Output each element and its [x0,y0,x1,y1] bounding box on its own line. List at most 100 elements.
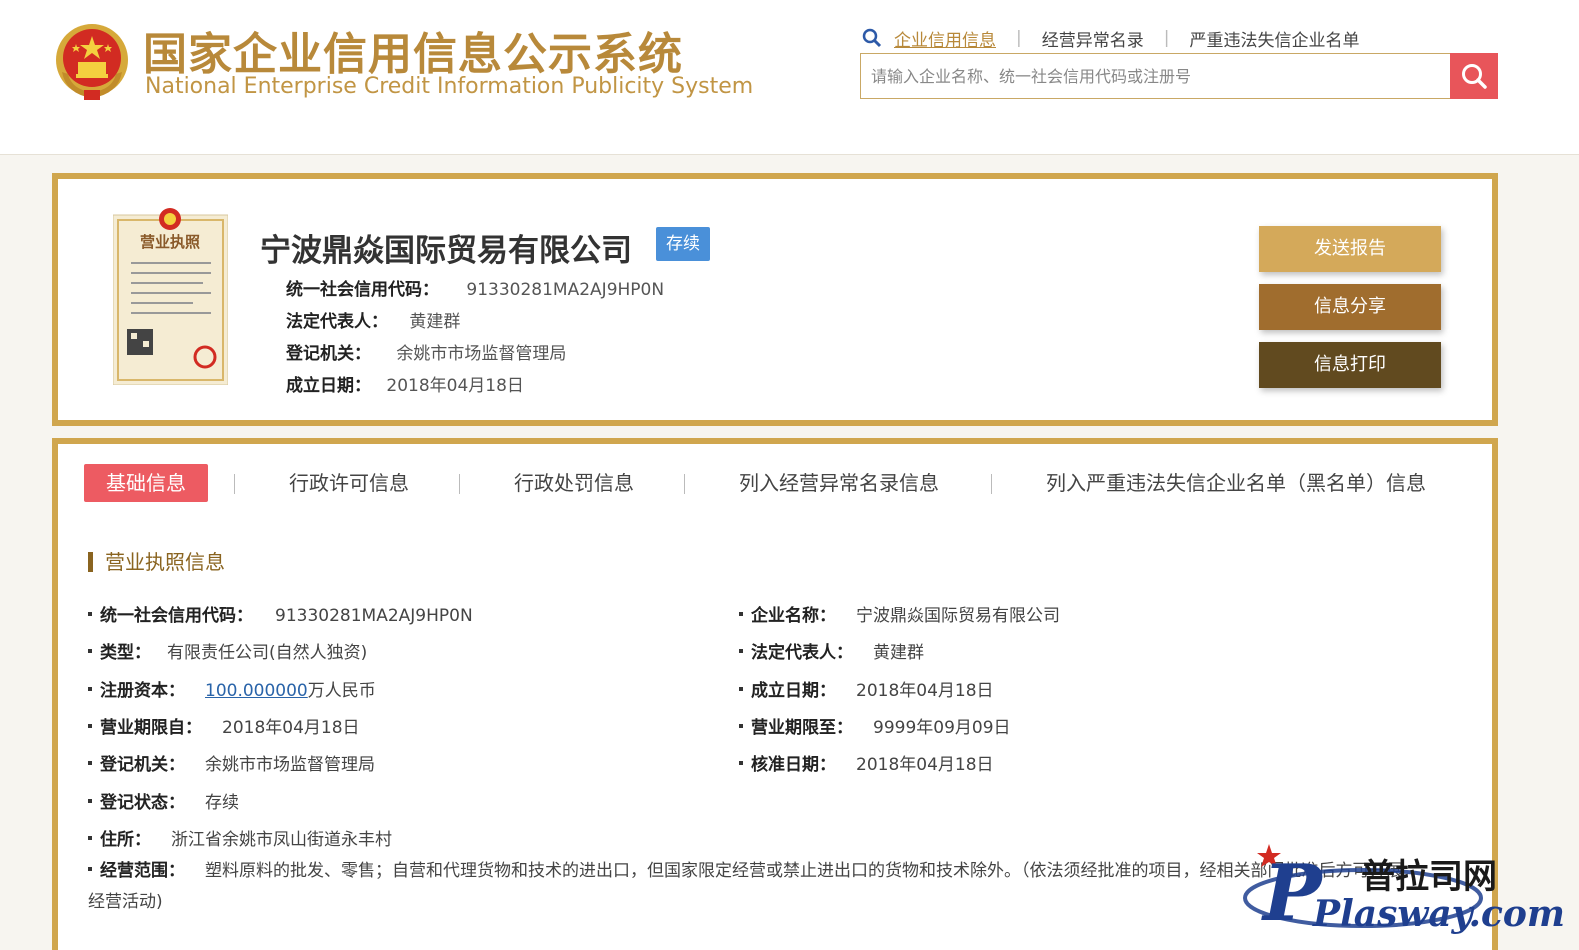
field-label: 法定代表人： [751,643,853,663]
field-value: 余姚市市场监督管理局 [205,755,375,775]
field-value: 黄建群 [873,643,924,663]
bullet [88,649,92,653]
field-value: 宁波鼎焱国际贸易有限公司 [856,606,1060,626]
tab-admin-penalty[interactable]: 行政处罚信息 [514,464,634,502]
field-label: 登记状态： [100,793,185,813]
field-label: 类型： [100,643,151,663]
site-title-en: National Enterprise Credit Information P… [145,74,754,99]
status-badge: 存续 [656,227,710,261]
legal-rep-label: 法定代表人： [286,312,388,332]
nav-blacklist[interactable]: 严重违法失信企业名单 [1189,26,1359,51]
field-label: 经营范围： [100,861,185,881]
field-value: 2018年04月18日 [856,755,994,775]
send-report-button[interactable]: 发送报告 [1259,226,1441,272]
card-credit-code: 统一社会信用代码： 91330281MA2AJ9HP0N [286,275,664,300]
field-value: 浙江省余姚市凤山街道永丰村 [171,830,392,850]
bullet [88,761,92,765]
bullet [88,867,92,871]
field-value: 存续 [205,793,239,813]
tab-separator [459,474,460,494]
search-icon [1462,64,1487,89]
bullet [88,724,92,728]
search-bar [860,53,1498,99]
company-name: 宁波鼎焱国际贸易有限公司 [260,233,632,269]
section-title: 营业执照信息 [88,552,225,572]
nav-separator: | [1016,28,1022,48]
field-value: 2018年04月18日 [222,718,360,738]
capital-unit: 万人民币 [307,681,376,701]
field-reg-status: 登记状态： 存续 [88,788,239,813]
watermark-en: Plasway.com [1312,893,1563,935]
founded-label: 成立日期： [286,376,371,396]
search-icon [862,28,882,48]
field-credit-code: 统一社会信用代码： 91330281MA2AJ9HP0N [88,601,473,626]
founded-value: 2018年04月18日 [386,376,524,396]
registry-value: 余姚市市场监督管理局 [396,344,567,364]
bullet [88,836,92,840]
bullet [739,649,743,653]
bullet [739,761,743,765]
bullet [88,687,92,691]
watermark-cn: 普拉司网 [1361,857,1497,897]
company-card: 营业执照 宁波鼎焱国际贸易有限公司 存续 统一社会信用代码： 91330281M… [52,173,1498,426]
share-info-button[interactable]: 信息分享 [1259,284,1441,330]
registry-label: 登记机关： [286,344,371,364]
field-label: 营业期限至： [751,718,853,738]
top-nav: 企业信用信息 | 经营异常名录 | 严重违法失信企业名单 [862,26,1359,51]
credit-code-value: 91330281MA2AJ9HP0N [466,280,665,300]
card-founded: 成立日期： 2018年04月18日 [286,371,524,396]
tab-bar: 基础信息 行政许可信息 行政处罚信息 列入经营异常名录信息 列入严重违法失信企业… [52,438,1498,524]
site-title-cn: 国家企业信用信息公示系统 [143,29,683,80]
field-label: 统一社会信用代码： [100,606,253,626]
field-business-scope: 经营范围： 塑料原料的批发、零售；自营和代理货物和技术的进出口，但国家限定经营或禁… [88,856,1408,918]
field-label: 营业期限自： [100,718,202,738]
search-button[interactable] [1450,53,1498,99]
bullet [88,799,92,803]
tab-admin-license[interactable]: 行政许可信息 [289,464,409,502]
site-header: 国家企业信用信息公示系统 National Enterprise Credit … [0,0,1579,155]
legal-rep-value: 黄建群 [409,312,461,332]
tab-separator [991,474,992,494]
nav-credit-info[interactable]: 企业信用信息 [894,26,996,51]
field-registry: 登记机关： 余姚市市场监督管理局 [88,750,375,775]
capital-link[interactable]: 100.000000 [205,681,308,701]
tab-separator [234,474,235,494]
field-value: 91330281MA2AJ9HP0N [275,606,473,626]
bullet [88,612,92,616]
nav-abnormal-list[interactable]: 经营异常名录 [1042,26,1144,51]
bullet [739,612,743,616]
tab-blacklist[interactable]: 列入严重违法失信企业名单（黑名单）信息 [1046,464,1426,502]
field-label: 核准日期： [751,755,836,775]
field-label: 企业名称： [751,606,836,626]
card-registry: 登记机关： 余姚市市场监督管理局 [286,339,566,364]
field-type: 类型： 有限责任公司(自然人独资) [88,638,367,663]
field-label: 登记机关： [100,755,185,775]
field-value: 塑料原料的批发、零售；自营和代理货物和技术的进出口，但国家限定经营或禁止进出口的… [88,861,1404,912]
tab-abnormal-list[interactable]: 列入经营异常名录信息 [739,464,939,502]
national-emblem-icon [56,24,128,100]
field-approved: 核准日期： 2018年04月18日 [739,750,994,775]
field-label: 住所： [100,830,151,850]
plasway-watermark-logo: P 普拉司网 Plasway.com [1243,844,1563,938]
field-value: 有限责任公司(自然人独资) [167,643,368,663]
field-value: 2018年04月18日 [856,681,994,701]
credit-code-label: 统一社会信用代码： [286,280,439,300]
nav-separator: | [1163,28,1170,48]
field-company-name: 企业名称： 宁波鼎焱国际贸易有限公司 [739,601,1060,626]
license-caption: 营业执照 [140,233,200,251]
field-capital: 注册资本： 100.000000万人民币 [88,676,376,701]
field-term-from: 营业期限自： 2018年04月18日 [88,713,360,738]
print-info-button[interactable]: 信息打印 [1259,342,1441,388]
search-input[interactable] [861,54,1449,98]
field-label: 注册资本： [100,681,185,701]
field-legal-rep: 法定代表人： 黄建群 [739,638,924,663]
tab-basic-info[interactable]: 基础信息 [84,464,208,502]
card-legal-rep: 法定代表人： 黄建群 [286,307,460,332]
bullet [739,724,743,728]
field-label: 成立日期： [751,681,836,701]
bullet [739,687,743,691]
business-license-image: 营业执照 [113,208,228,385]
field-term-to: 营业期限至： 9999年09月09日 [739,713,1011,738]
field-address: 住所： 浙江省余姚市凤山街道永丰村 [88,825,392,850]
field-founded: 成立日期： 2018年04月18日 [739,676,994,701]
